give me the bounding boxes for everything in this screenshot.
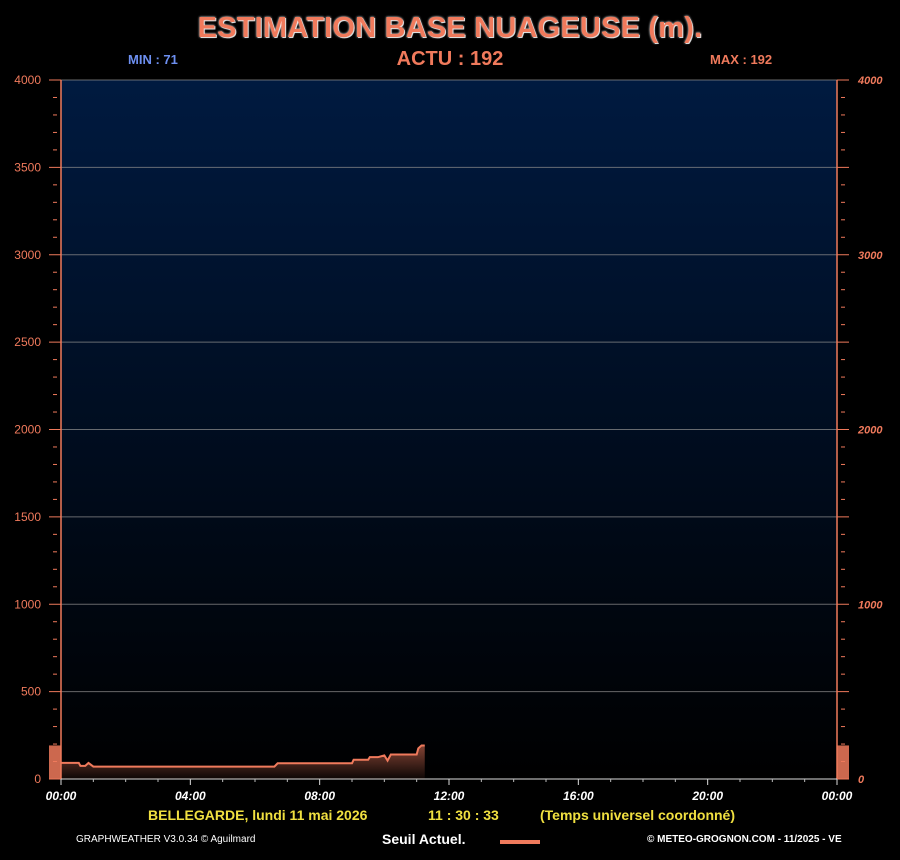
legend-swatch (500, 840, 540, 844)
threshold-marker-left (49, 745, 61, 779)
location-date: BELLEGARDE, lundi 11 mai 2026 (148, 807, 368, 823)
y-tick-label-left: 3500 (14, 160, 41, 174)
y-tick-label-right: 4000 (857, 75, 883, 87)
x-tick-label: 00:00 (46, 789, 77, 803)
y-tick-label-left: 1500 (14, 510, 41, 524)
x-tick-label: 00:00 (822, 789, 853, 803)
y-tick-label-right: 0 (858, 774, 865, 786)
y-tick-label-left: 4000 (14, 73, 41, 87)
y-tick-label-left: 500 (21, 685, 41, 699)
software-credit: GRAPHWEATHER V3.0.34 © Aguilmard (76, 834, 256, 845)
chart-area: 0 500 1000 1500 2000 2500 3000 3500 4000 0 1000 200… (14, 73, 883, 803)
x-tick-label: 04:00 (175, 789, 206, 803)
x-tick-label: 12:00 (434, 789, 465, 803)
x-tick-label: 16:00 (563, 789, 594, 803)
y-tick-label-left: 0 (34, 772, 41, 786)
y-tick-label-left: 2000 (14, 423, 41, 437)
y-tick-label-left: 3000 (14, 248, 41, 262)
site-credit: © METEO-GROGNON.COM - 11/2025 - VE (647, 834, 842, 845)
y-tick-label-left: 2500 (14, 335, 41, 349)
threshold-marker-right (837, 745, 849, 779)
y-tick-label-left: 1000 (14, 597, 41, 611)
legend-label: Seuil Actuel. (382, 831, 466, 847)
y-tick-label-right: 2000 (857, 425, 883, 437)
y-tick-label-right: 3000 (858, 250, 883, 262)
y-tick-label-right: 1000 (858, 599, 883, 611)
time-label: 11 : 30 : 33 (428, 807, 499, 823)
x-tick-label: 08:00 (304, 789, 335, 803)
timezone-label: (Temps universel coordonné) (540, 807, 735, 823)
x-tick-label: 20:00 (691, 789, 723, 803)
